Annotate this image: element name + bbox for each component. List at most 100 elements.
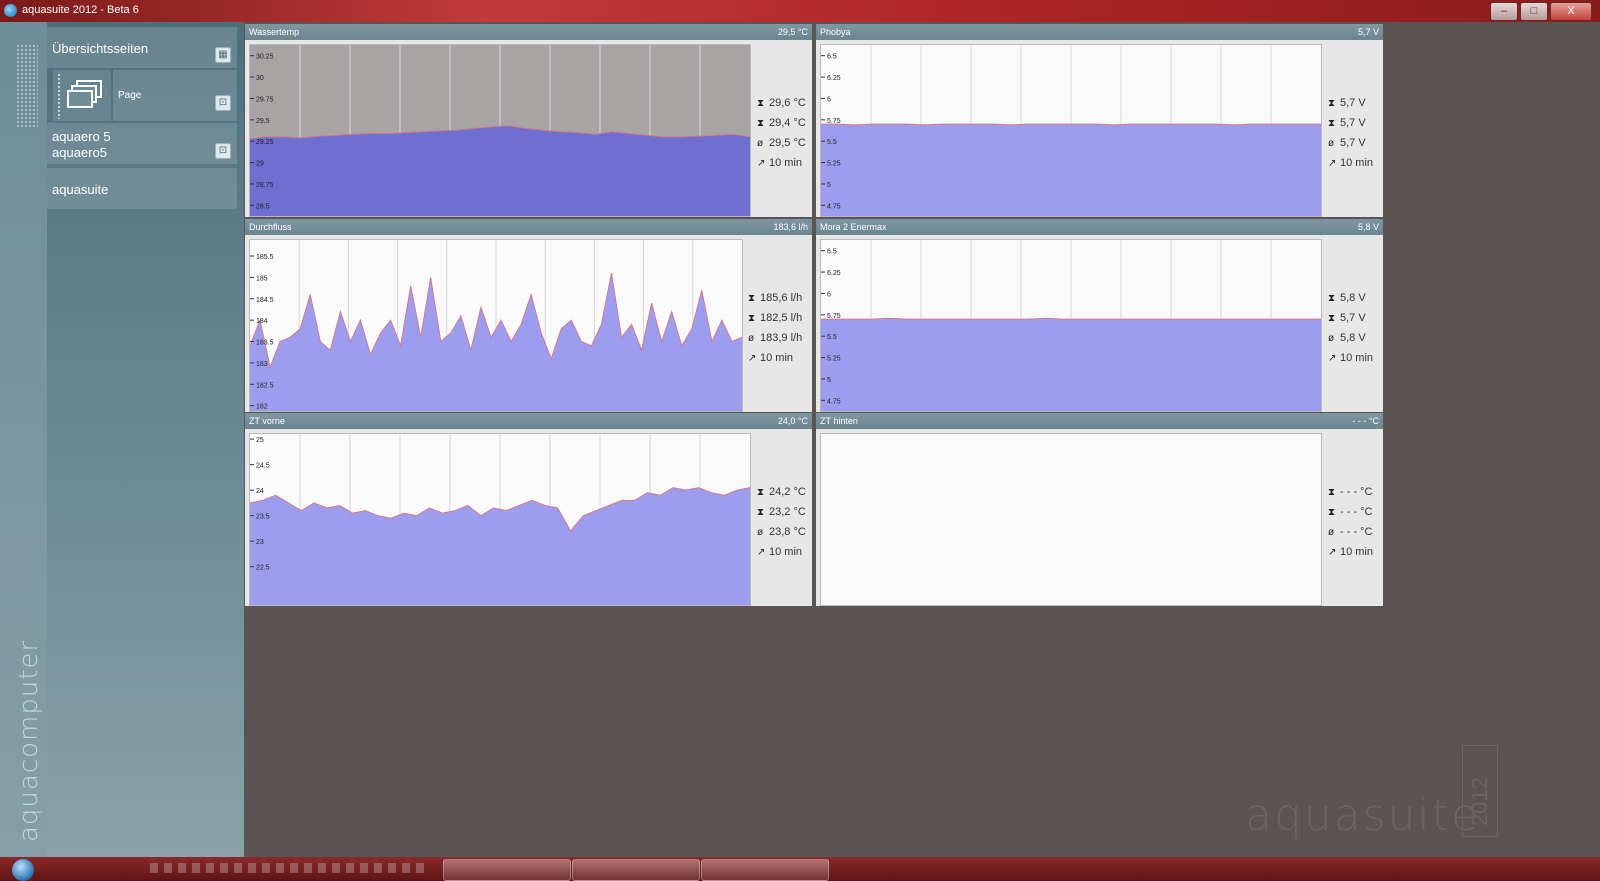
taskbar-button[interactable] (701, 859, 829, 881)
min-icon: ⧗ (1328, 507, 1336, 518)
stat-avg: 5,8 V (1340, 332, 1366, 344)
min-icon: ⧗ (757, 118, 765, 129)
chart-durchfluss: 185.5 185 184.5 184 183.5 183 182.5 182 (249, 239, 743, 412)
pages-icon (67, 80, 102, 108)
y-tick-label: 185 (256, 275, 268, 282)
y-tick-label: 29.25 (256, 139, 274, 146)
avg-icon: ø (1328, 527, 1335, 538)
y-tick-label: 5.5 (827, 139, 837, 146)
y-tick-label: 5 (827, 377, 831, 384)
panel-mora[interactable]: Mora 2 Enermax 5,8 V 6.5 6.25 6 5.75 5.5 5.25… (816, 219, 1383, 412)
y-tick-label: 29.75 (256, 96, 274, 103)
sidebar-item-aquaero[interactable]: aquaero 5 aquaero5 ⊡ (47, 123, 237, 164)
title-bar: aquasuite 2012 - Beta 6 – □ X (0, 0, 1600, 22)
avg-icon: ø (757, 138, 764, 149)
stat-period: 10 min (769, 546, 803, 558)
panel-header: ZT hinten - - - °C (816, 413, 1383, 429)
series-area (821, 124, 1321, 216)
chart-icon[interactable]: ⊡ (215, 143, 231, 159)
stat-avg: 23,8 °C (769, 526, 806, 538)
panel-header: Durchfluss 183,6 l/h (245, 219, 812, 235)
min-icon: ⧗ (748, 313, 756, 324)
y-tick-label: 5.25 (827, 356, 841, 363)
stat-period: 10 min (760, 352, 794, 364)
y-tick-label: 5.75 (827, 118, 841, 125)
y-tick-label: 184 (256, 318, 268, 325)
stat-min: - - - °C (1340, 506, 1373, 518)
max-icon: ⧗ (757, 487, 765, 498)
stat-avg: 5,7 V (1340, 137, 1366, 149)
watermark-year-text: 2012 (1467, 777, 1492, 826)
chart-zt-hinten-empty (820, 433, 1322, 606)
maximize-button[interactable]: □ (1520, 2, 1548, 21)
y-tick-label: 6.5 (827, 249, 837, 256)
sidebar-item-label: Übersichtsseiten (52, 41, 149, 56)
series-area (821, 318, 1321, 411)
sidebar-item-overview[interactable]: Übersichtsseiten ▦ (47, 27, 237, 68)
stat-avg: 29,5 °C (769, 137, 806, 149)
chart-mora: 6.5 6.25 6 5.75 5.5 5.25 5 4.75 (820, 239, 1322, 412)
period-icon: ↗ (748, 353, 757, 364)
panel-wassertemp[interactable]: Wassertemp 29,5 °C 30.25 30 29.75 29.5 29.25… (245, 24, 812, 217)
y-tick-label: 5.25 (827, 161, 841, 168)
y-tick-label: 184.5 (256, 297, 274, 304)
panel-header: ZT vorne 24,0 °C (245, 413, 812, 429)
y-tick-label: 30 (256, 75, 264, 82)
panel-current-value: 183,6 l/h (773, 222, 808, 232)
collapse-handle-icon[interactable] (16, 44, 38, 129)
stat-period: 10 min (769, 157, 803, 169)
panel-current-value: 5,8 V (1357, 222, 1379, 232)
avg-icon: ø (748, 333, 755, 344)
panel-title: Wassertemp (249, 27, 300, 37)
y-tick-label: 29.5 (256, 118, 270, 125)
panel-current-value: 29,5 °C (777, 27, 808, 37)
drag-handle-icon[interactable] (57, 73, 61, 119)
panel-phobya[interactable]: Phobya 5,7 V 6.5 6.25 6 5.75 5.5 5.25 5 4.75 ⧗ 5… (816, 24, 1383, 217)
chart-wassertemp: 30.25 30 29.75 29.5 29.25 29 28.75 28.5 (249, 44, 751, 217)
y-tick-label: 24 (256, 488, 264, 495)
chart-icon[interactable]: ⊡ (215, 95, 231, 111)
stat-min: 29,4 °C (769, 117, 806, 129)
period-icon: ↗ (1328, 547, 1337, 558)
sidebar-item-label: aquasuite (52, 182, 109, 197)
min-icon: ⧗ (1328, 118, 1336, 129)
panel-current-value: 24,0 °C (777, 416, 808, 426)
panel-zt-hinten[interactable]: ZT hinten - - - °C ⧗ - - - °C ⧗ - - - °C ø… (816, 413, 1383, 606)
pages-tile[interactable] (53, 70, 111, 121)
y-tick-label: 6.5 (827, 54, 837, 61)
y-tick-label: 5.5 (827, 334, 837, 341)
panel-title: Durchfluss (249, 222, 292, 232)
quicklaunch-icons[interactable] (150, 863, 430, 873)
panel-current-value: 5,7 V (1357, 27, 1379, 37)
y-tick-label: 29 (256, 161, 264, 168)
panel-title: Phobya (820, 27, 851, 37)
stat-max: 24,2 °C (769, 486, 806, 498)
series-area (250, 125, 750, 216)
minimize-button[interactable]: – (1490, 2, 1518, 21)
sidebar-item-page[interactable]: Page ⊡ (113, 70, 237, 121)
period-icon: ↗ (757, 547, 766, 558)
stat-period: 10 min (1340, 546, 1374, 558)
sidebar: Übersichtsseiten ▦ Page ⊡ aquaero 5 aqua… (47, 22, 244, 857)
y-tick-label: 25 (256, 437, 264, 444)
taskbar-button[interactable] (572, 859, 700, 881)
stat-min: 5,7 V (1340, 312, 1366, 324)
max-icon: ⧗ (1328, 487, 1336, 498)
taskbar-button[interactable] (443, 859, 571, 881)
stat-max: 5,8 V (1340, 292, 1366, 304)
start-button[interactable] (12, 859, 34, 881)
panel-header: Wassertemp 29,5 °C (245, 24, 812, 40)
y-tick-label: 4.75 (827, 203, 841, 210)
y-tick-label: 5.75 (827, 313, 841, 320)
period-icon: ↗ (757, 158, 766, 169)
grid-icon[interactable]: ▦ (215, 47, 231, 63)
avg-icon: ø (1328, 138, 1335, 149)
panel-title: ZT hinten (820, 416, 858, 426)
panel-durchfluss[interactable]: Durchfluss 183,6 l/h 185.5 185 184.5 184 183… (245, 219, 812, 412)
period-icon: ↗ (1328, 353, 1337, 364)
taskbar (0, 857, 1600, 881)
panel-zt-vorne[interactable]: ZT vorne 24,0 °C 25 24.5 24 23.5 23 22.5 ⧗ 24,… (245, 413, 812, 606)
close-button[interactable]: X (1550, 2, 1592, 21)
sidebar-item-aquasuite[interactable]: aquasuite (47, 168, 237, 209)
y-tick-label: 6 (827, 291, 831, 298)
